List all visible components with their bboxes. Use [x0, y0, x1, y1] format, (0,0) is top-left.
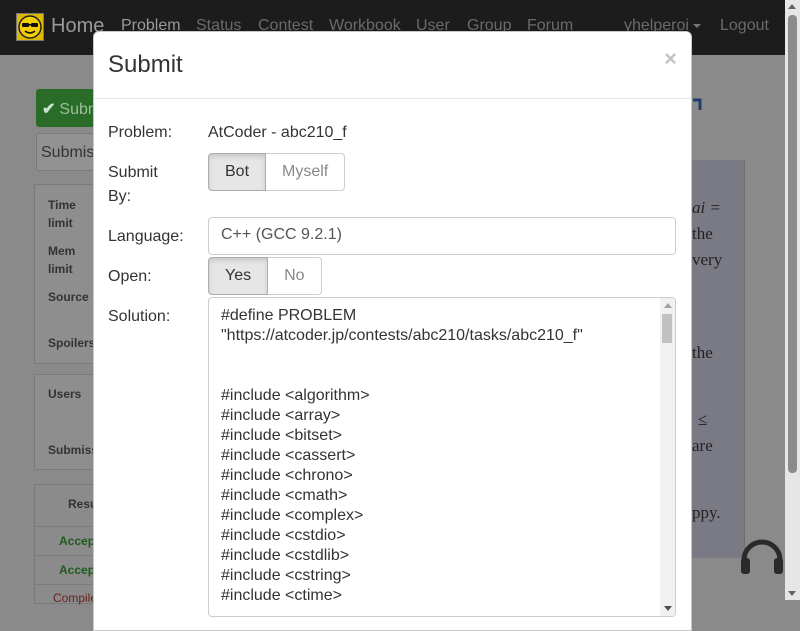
background-submissions-input: Submissions — [36, 133, 132, 171]
code-line: #include <cstdlib> — [221, 547, 350, 564]
code-line: #include <cstdio> — [221, 527, 346, 544]
code-line: #define PROBLEM — [221, 307, 357, 324]
open-label: Open: — [108, 268, 152, 285]
close-icon[interactable]: × — [664, 46, 677, 72]
textarea-scrollbar-thumb[interactable] — [662, 314, 672, 343]
solution-textarea[interactable]: #define PROBLEM "https://atcoder.jp/cont… — [208, 297, 676, 617]
submit-modal: Submit × Problem: AtCoder - abc210_f Sub… — [93, 31, 692, 631]
open-no-button[interactable]: No — [268, 257, 322, 295]
background-statement-text: ≤ — [698, 410, 708, 429]
logout-link[interactable]: Logout — [720, 17, 769, 35]
row-divider — [35, 555, 97, 556]
site-logo-icon[interactable] — [16, 13, 44, 41]
solution-label: Solution: — [108, 308, 171, 325]
scroll-down-icon[interactable] — [664, 606, 672, 611]
code-line: #include <cassert> — [221, 447, 356, 464]
code-line: #include <array> — [221, 407, 341, 424]
background-statement-text: are — [692, 436, 713, 455]
background-result-compile: Compile — [53, 591, 98, 605]
modal-title: Submit — [108, 51, 183, 78]
submit-by-bot-button[interactable]: Bot — [208, 153, 267, 191]
scroll-down-icon[interactable] — [788, 591, 796, 596]
scroll-up-icon[interactable] — [664, 303, 672, 308]
chevron-down-icon — [692, 23, 701, 28]
language-select[interactable]: C++ (GCC 9.2.1) — [208, 217, 676, 255]
row-divider — [35, 584, 97, 585]
background-statement-text: the — [692, 224, 713, 243]
problem-label: Problem: — [108, 124, 173, 141]
background-info-label: Spoilers — [48, 336, 96, 350]
background-icon — [693, 98, 702, 110]
textarea-scrollbar[interactable] — [660, 298, 675, 616]
open-yes-button[interactable]: Yes — [208, 257, 269, 295]
language-label: Language: — [108, 228, 184, 245]
code-line: #include <cstring> — [221, 567, 351, 584]
submit-by-toggle: Bot Myself — [208, 153, 346, 191]
row-divider — [35, 526, 97, 527]
submit-by-myself-button[interactable]: Myself — [266, 153, 346, 191]
code-line: #include <bitset> — [221, 427, 342, 444]
background-info-label: Mem limit — [48, 244, 76, 276]
code-line: #include <complex> — [221, 507, 364, 524]
background-statement-text: ai = — [692, 198, 721, 217]
background-users-panel: Users Submissions — [34, 374, 123, 470]
code-line: #include <algorithm> — [221, 387, 370, 404]
submit-by-label: Submit By: — [108, 164, 158, 205]
background-users-label: Users — [48, 387, 82, 401]
scroll-up-icon[interactable] — [788, 4, 796, 9]
problem-value: AtCoder - abc210_f — [208, 124, 347, 141]
modal-header: Submit × — [94, 32, 691, 99]
background-info-label: Source — [48, 290, 89, 304]
check-icon: ✔ — [42, 101, 56, 118]
scrollbar-thumb[interactable] — [788, 15, 797, 473]
code-line: #include <ctime> — [221, 587, 342, 604]
background-problem-info-panel: Time limit Mem limit Source Spoilers — [34, 184, 96, 364]
headphone-icon[interactable] — [738, 530, 786, 578]
background-statement-text: very — [692, 250, 723, 269]
code-line: #include <chrono> — [221, 467, 353, 484]
open-toggle: Yes No — [208, 257, 322, 295]
background-statement-text: the — [692, 343, 713, 362]
page-scrollbar[interactable] — [785, 0, 800, 600]
code-line: #include <cmath> — [221, 487, 348, 504]
background-statement-text: ppy. — [692, 503, 721, 522]
background-info-label: Time limit — [48, 198, 76, 230]
code-line: "https://atcoder.jp/contests/abc210/task… — [221, 327, 583, 344]
background-results-panel: Result Accepted Accepted Compile — [34, 484, 113, 605]
